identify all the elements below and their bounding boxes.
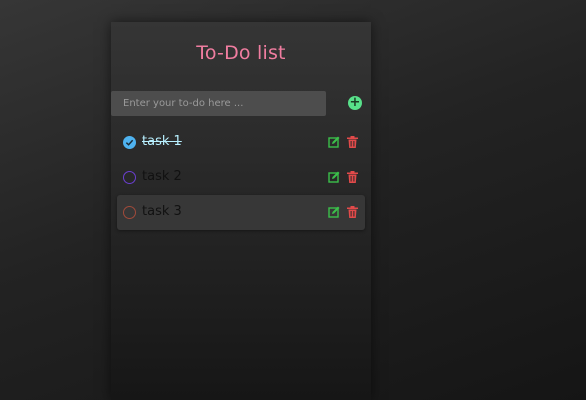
checkbox-empty-icon[interactable] [123, 171, 136, 184]
input-row: + [111, 91, 371, 116]
todo-item: task 2 [117, 160, 365, 195]
task-label: task 3 [142, 204, 182, 219]
todo-input[interactable] [111, 91, 326, 116]
edit-icon[interactable] [328, 206, 340, 218]
checkbox-checked-icon[interactable] [123, 136, 136, 149]
edit-icon[interactable] [328, 171, 340, 183]
trash-icon[interactable] [347, 171, 358, 183]
app-title: To-Do list [196, 42, 286, 64]
trash-icon[interactable] [347, 136, 358, 148]
todo-panel: To-Do list + task 1 [111, 22, 371, 400]
todo-item: task 3 [117, 195, 365, 230]
trash-icon[interactable] [347, 206, 358, 218]
add-button[interactable]: + [348, 96, 362, 110]
task-label: task 2 [142, 169, 182, 184]
todo-list: task 1 task 2 task 3 [117, 125, 365, 230]
edit-icon[interactable] [328, 136, 340, 148]
task-label: task 1 [142, 134, 182, 149]
todo-item: task 1 [117, 125, 365, 160]
checkbox-empty-icon[interactable] [123, 206, 136, 219]
